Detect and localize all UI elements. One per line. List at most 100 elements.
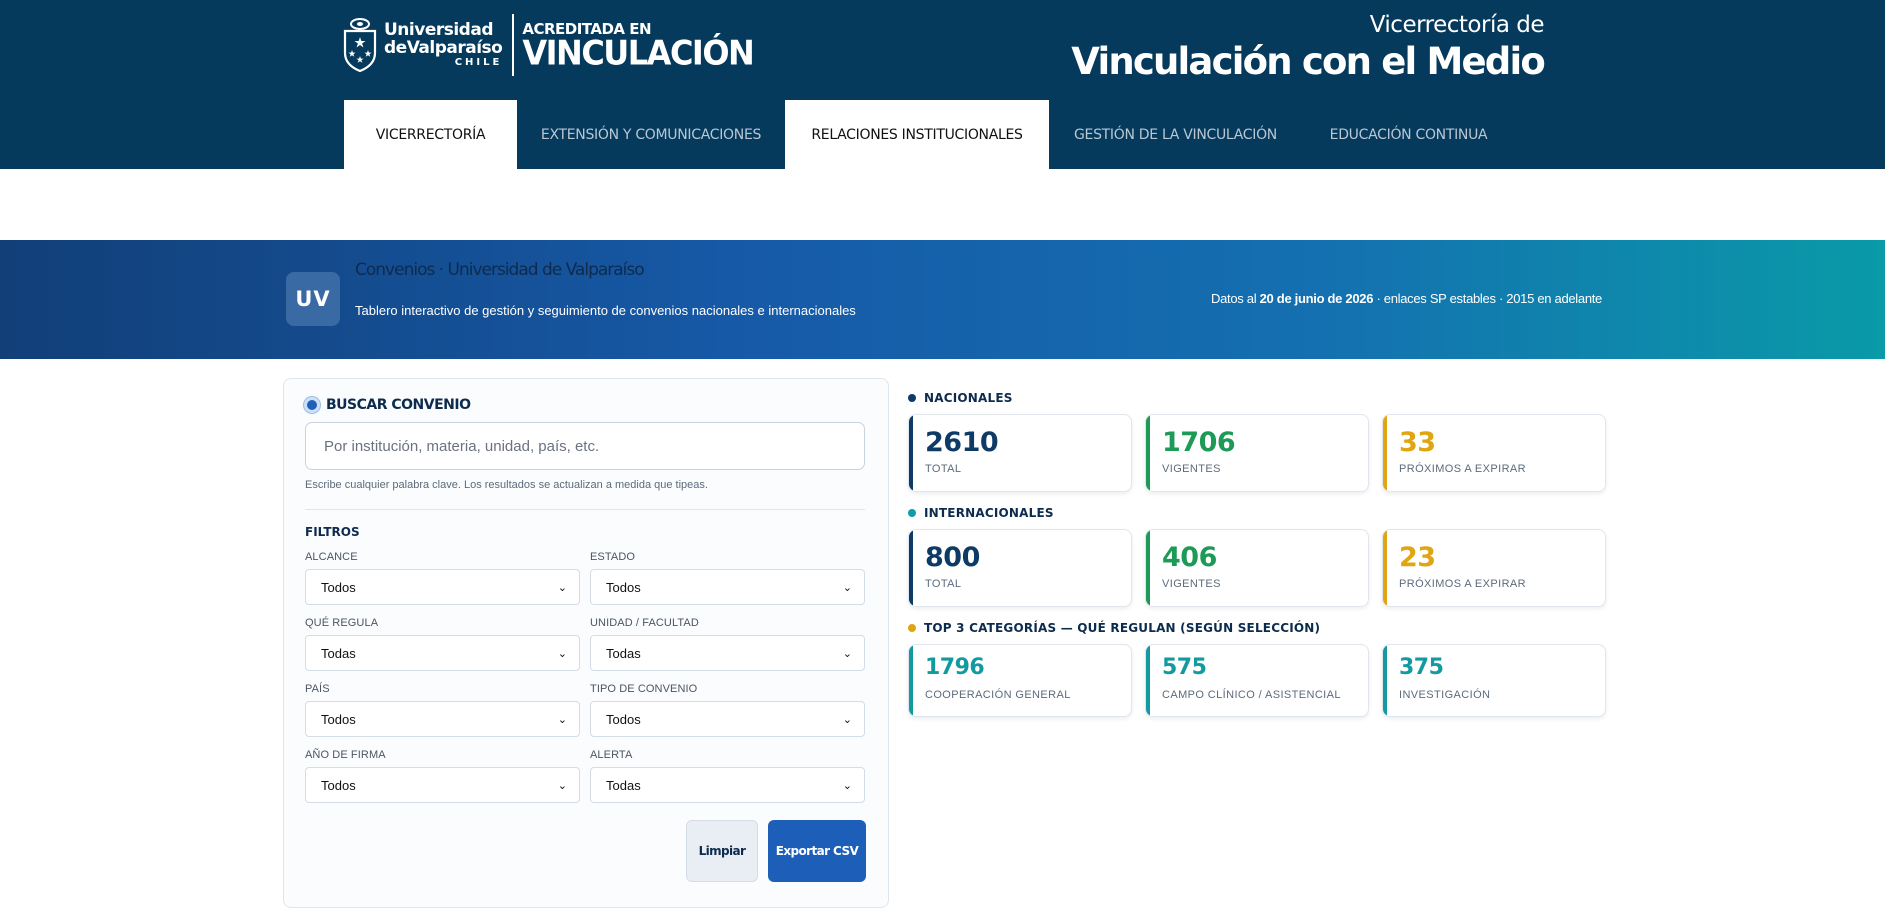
search-panel: BUSCAR CONVENIO Escribe cualquier palabr… [283,378,889,908]
filter-pais: PAÍS Todos ⌄ [305,683,580,737]
filter-label: AÑO DE FIRMA [305,749,386,761]
anio-select[interactable]: Todos ⌄ [305,767,580,803]
stat-label: INVESTIGACIÓN [1399,689,1491,701]
dashboard-banner: UV Convenios · Universidad de Valparaíso… [0,240,1885,359]
vice-rectorate-line1: Vicerrectoría de [1369,12,1545,38]
filter-label: PAÍS [305,683,330,695]
vice-rectorate-title: Vicerrectoría de Vinculación con el Medi… [1071,12,1546,83]
vice-rectorate-line2: Vinculación con el Medio [1071,40,1546,83]
alerta-select[interactable]: Todas ⌄ [590,767,865,803]
banner-title: Convenios · Universidad de Valparaíso [355,260,645,280]
nav-item-educacion[interactable]: EDUCACIÓN CONTINUA [1302,100,1515,169]
university-logo[interactable]: Universidad deValparaíso CHILE ACREDITAD… [342,10,755,80]
stat-value: 800 [925,542,980,573]
section-top3: TOP 3 CATEGORÍAS — QUÉ REGULAN (SEGÚN SE… [908,621,1320,635]
export-csv-button[interactable]: Exportar CSV [768,820,866,882]
stat-label: VIGENTES [1162,578,1221,590]
stat-value: 2610 [925,427,999,458]
stat-card-top-2: 575 CAMPO CLÍNICO / ASISTENCIAL [1145,644,1369,717]
stat-card-top-1: 1796 COOPERACIÓN GENERAL [908,644,1132,717]
stat-value: 33 [1399,427,1436,458]
card-accent [1383,415,1387,491]
filter-label: ESTADO [590,551,636,563]
select-value: Todas [606,777,641,793]
data-date-value: 20 de junio de 2026 [1259,291,1374,306]
select-value: Todos [606,711,641,727]
card-accent [1146,645,1150,716]
stat-card-top-3: 375 INVESTIGACIÓN [1382,644,1606,717]
stat-label: TOTAL [925,463,962,475]
chevron-down-icon: ⌄ [557,581,567,594]
data-date-suffix: · enlaces SP estables · 2015 en adelante [1373,291,1602,306]
tipo-select[interactable]: Todos ⌄ [590,701,865,737]
university-name-line3: CHILE [454,56,503,68]
card-accent [909,530,913,606]
banner-subtitle: Tablero interactivo de gestión y seguimi… [355,303,856,318]
filter-label: TIPO DE CONVENIO [590,683,698,695]
section-dot-icon [908,394,916,402]
stat-value: 1796 [925,655,985,680]
stat-label: CAMPO CLÍNICO / ASISTENCIAL [1162,689,1341,701]
card-accent [909,415,913,491]
alcance-select[interactable]: Todos ⌄ [305,569,580,605]
shield-icon [342,17,378,73]
filter-label: ALERTA [590,749,633,761]
stat-card-nac-total: 2610 TOTAL [908,414,1132,492]
stat-label: PRÓXIMOS A EXPIRAR [1399,463,1527,475]
stat-label: VIGENTES [1162,463,1221,475]
data-date: Datos al 20 de junio de 2026 · enlaces S… [1211,291,1602,306]
chevron-down-icon: ⌄ [557,779,567,792]
section-title: INTERNACIONALES [924,506,1054,520]
stat-card-int-vigentes: 406 VIGENTES [1145,529,1369,607]
university-name: Universidad deValparaíso CHILE [384,21,503,68]
filter-alcance: ALCANCE Todos ⌄ [305,551,580,605]
search-dot-icon [304,397,320,413]
filter-label: QUÉ REGULA [305,617,379,629]
section-title: TOP 3 CATEGORÍAS — QUÉ REGULAN (SEGÚN SE… [924,621,1321,635]
stat-value: 375 [1399,655,1444,680]
search-input[interactable] [305,422,865,470]
select-value: Todos [321,711,356,727]
logo-divider [512,14,515,76]
stat-card-int-total: 800 TOTAL [908,529,1132,607]
accreditation-mark: ACREDITADA EN VINCULACIÓN [522,21,754,73]
accreditation-line2: VINCULACIÓN [522,32,754,73]
nav-item-extension[interactable]: EXTENSIÓN Y COMUNICACIONES [517,100,785,169]
nav-item-vicerrectoria[interactable]: VICERRECTORÍA [344,100,517,169]
card-accent [1146,415,1150,491]
select-value: Todos [606,579,641,595]
select-value: Todos [321,579,356,595]
card-accent [1146,530,1150,606]
chevron-down-icon: ⌄ [557,713,567,726]
search-hint: Escribe cualquier palabra clave. Los res… [305,479,708,491]
main-nav: VICERRECTORÍA EXTENSIÓN Y COMUNICACIONES… [344,100,1515,169]
nav-item-relaciones[interactable]: RELACIONES INSTITUCIONALES [785,100,1049,169]
filters-title: FILTROS [305,525,360,539]
filter-label: UNIDAD / FACULTAD [590,617,699,629]
stat-value: 23 [1399,542,1436,573]
clear-button[interactable]: Limpiar [686,820,758,882]
filter-que-regula: QUÉ REGULA Todas ⌄ [305,617,580,671]
divider [305,509,865,510]
chevron-down-icon: ⌄ [842,713,852,726]
filter-label: ALCANCE [305,551,358,563]
pais-select[interactable]: Todos ⌄ [305,701,580,737]
estado-select[interactable]: Todos ⌄ [590,569,865,605]
stat-label: COOPERACIÓN GENERAL [925,689,1071,701]
select-value: Todas [606,645,641,661]
stat-value: 406 [1162,542,1217,573]
stat-label: PRÓXIMOS A EXPIRAR [1399,578,1527,590]
chevron-down-icon: ⌄ [842,647,852,660]
select-value: Todas [321,645,356,661]
unidad-select[interactable]: Todas ⌄ [590,635,865,671]
select-value: Todos [321,777,356,793]
chevron-down-icon: ⌄ [842,779,852,792]
stat-value: 1706 [1162,427,1236,458]
nav-item-gestion[interactable]: GESTIÓN DE LA VINCULACIÓN [1049,100,1302,169]
filter-estado: ESTADO Todos ⌄ [590,551,865,605]
chevron-down-icon: ⌄ [557,647,567,660]
stat-card-nac-vigentes: 1706 VIGENTES [1145,414,1369,492]
university-name-line2: deValparaíso [384,37,503,58]
que-regula-select[interactable]: Todas ⌄ [305,635,580,671]
section-title: NACIONALES [924,391,1013,405]
